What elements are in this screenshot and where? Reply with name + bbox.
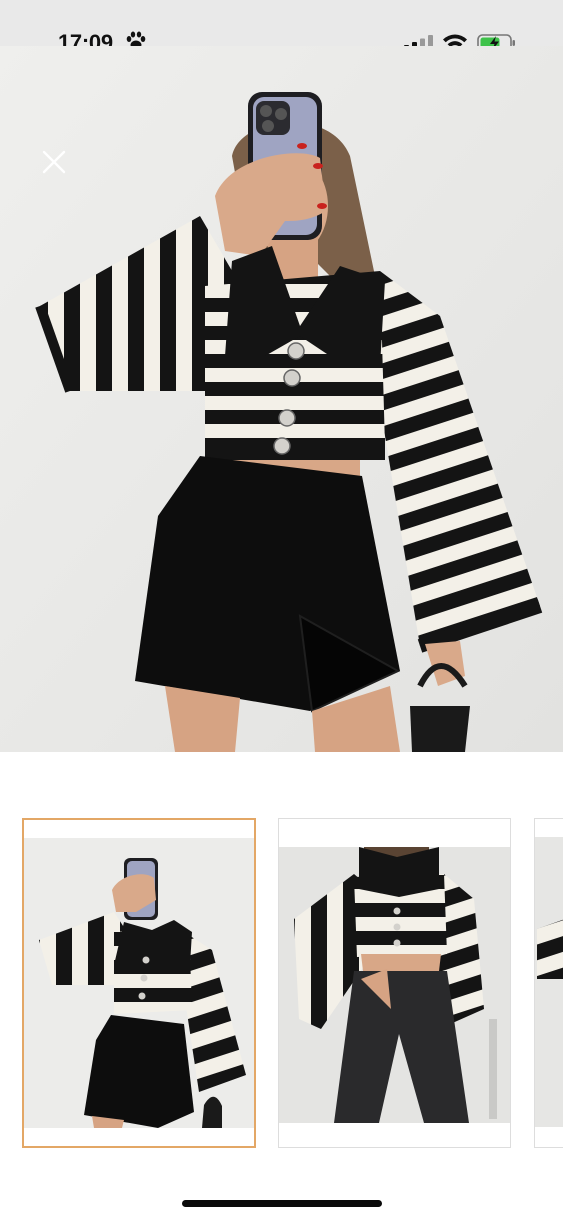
thumbnail-3[interactable]: [534, 818, 563, 1148]
home-indicator[interactable]: [182, 1200, 382, 1207]
thumbnail-image: [535, 837, 563, 1127]
thumbnail-image: [279, 847, 510, 1123]
status-bar: 17:09: [0, 0, 563, 55]
thumbnail-1[interactable]: [22, 818, 256, 1148]
thumbnail-image: [24, 838, 254, 1128]
close-icon[interactable]: [38, 146, 70, 178]
product-photo: [0, 46, 563, 752]
thumbnail-strip[interactable]: [0, 818, 563, 1150]
thumbnail-2[interactable]: [278, 818, 511, 1148]
main-product-image[interactable]: [0, 46, 563, 752]
